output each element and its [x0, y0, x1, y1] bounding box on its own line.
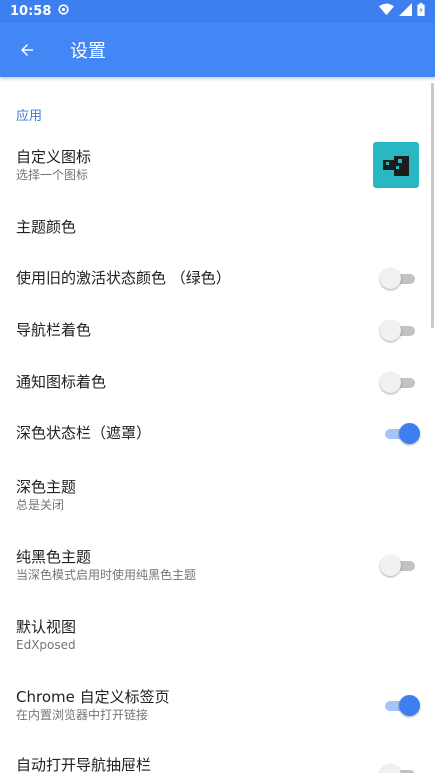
- setting-black-theme[interactable]: 纯黑色主题 当深色模式启用时使用纯黑色主题: [0, 543, 435, 587]
- setting-notification-icon-tint[interactable]: 通知图标着色: [0, 362, 435, 402]
- settings-gear-icon: [57, 3, 70, 20]
- status-time: 10:58: [10, 4, 52, 19]
- setting-title: 主题颜色: [16, 218, 77, 236]
- signal-icon: [399, 3, 412, 20]
- setting-title: 默认视图: [16, 617, 77, 636]
- setting-summary: 当深色模式启用时使用纯黑色主题: [16, 567, 197, 582]
- page-title: 设置: [70, 41, 106, 62]
- setting-title: 使用旧的激活状态颜色 （绿色）: [16, 269, 231, 287]
- setting-summary: 总是关闭: [16, 497, 65, 512]
- setting-chrome-custom-tabs[interactable]: Chrome 自定义标签页 在内置浏览器中打开链接: [0, 683, 435, 727]
- setting-summary: 在内置浏览器中打开链接: [16, 707, 149, 722]
- legacy-color-switch[interactable]: [380, 268, 417, 289]
- black-theme-switch[interactable]: [380, 555, 417, 576]
- setting-title: 深色主题: [16, 477, 77, 496]
- setting-title: 自动打开导航抽屉栏: [16, 756, 152, 773]
- settings-list[interactable]: 应用 自定义图标 选择一个图标 主题颜色 使用旧的激活状态颜色 （绿色） 导航栏…: [0, 77, 435, 773]
- setting-custom-icon[interactable]: 自定义图标 选择一个图标: [0, 139, 435, 191]
- setting-title: 通知图标着色: [16, 373, 107, 391]
- setting-navbar-tint[interactable]: 导航栏着色: [0, 310, 435, 350]
- auto-drawer-switch[interactable]: [380, 764, 417, 773]
- setting-title: 自定义图标: [16, 147, 92, 166]
- dark-status-bar-switch[interactable]: [383, 423, 420, 444]
- section-header-app: 应用: [16, 109, 43, 124]
- setting-summary: 选择一个图标: [16, 167, 89, 182]
- battery-icon: [417, 3, 425, 20]
- chrome-tabs-switch[interactable]: [383, 695, 420, 716]
- setting-auto-open-drawer[interactable]: 自动打开导航抽屉栏: [0, 754, 435, 773]
- setting-title: 导航栏着色: [16, 321, 92, 339]
- setting-legacy-active-color[interactable]: 使用旧的激活状态颜色 （绿色）: [0, 258, 435, 298]
- notification-tint-switch[interactable]: [380, 372, 417, 393]
- navbar-tint-switch[interactable]: [380, 320, 417, 341]
- setting-title: 纯黑色主题: [16, 547, 92, 566]
- setting-dark-theme[interactable]: 深色主题 总是关闭: [0, 473, 435, 517]
- setting-title: Chrome 自定义标签页: [16, 687, 170, 706]
- back-button[interactable]: [0, 23, 54, 77]
- setting-theme-color[interactable]: 主题颜色: [0, 207, 435, 247]
- arrow-back-icon: [21, 44, 33, 56]
- app-bar: 设置: [0, 23, 435, 77]
- setting-title: 深色状态栏（遮罩）: [16, 424, 152, 442]
- setting-summary: EdXposed: [16, 637, 76, 652]
- status-bar: 10:58: [0, 0, 435, 23]
- setting-default-view[interactable]: 默认视图 EdXposed: [0, 613, 435, 657]
- setting-dark-status-bar[interactable]: 深色状态栏（遮罩）: [0, 413, 435, 453]
- wifi-icon: [379, 3, 394, 20]
- app-icon-preview: [373, 142, 419, 188]
